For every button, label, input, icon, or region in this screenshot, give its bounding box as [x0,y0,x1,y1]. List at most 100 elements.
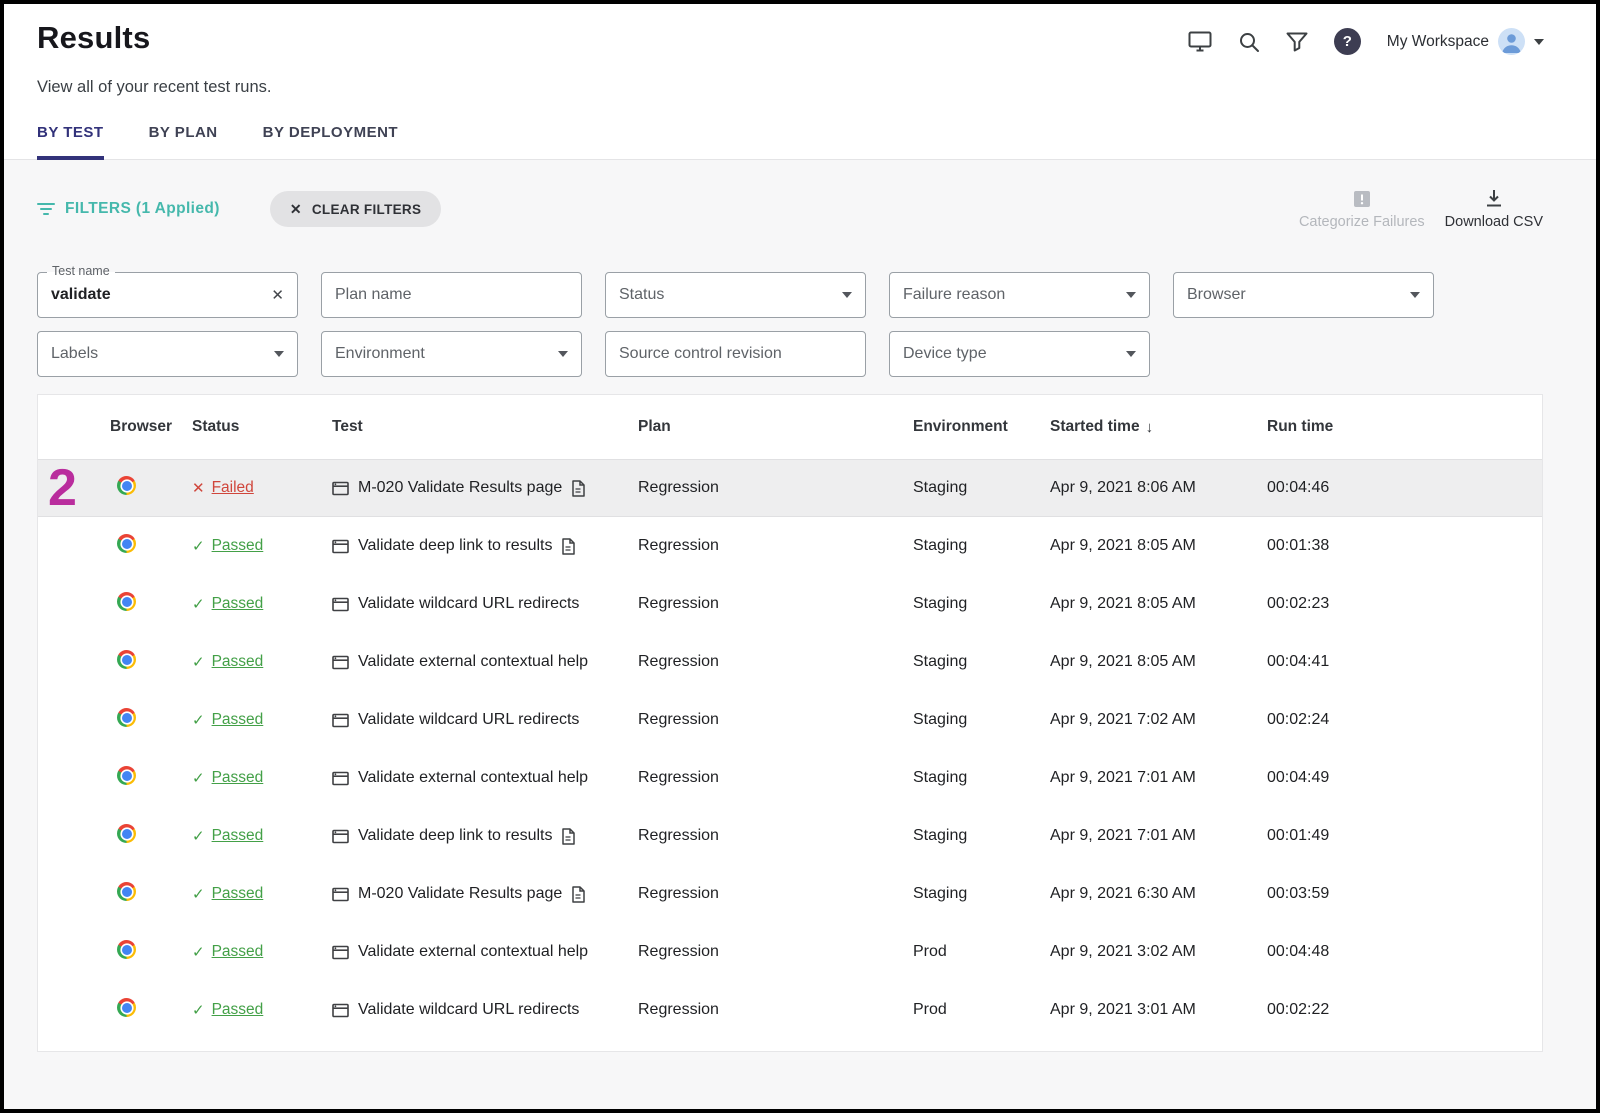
test-cell: Validate deep link to results [332,537,638,555]
table-row[interactable]: ✓ Passed Validate wildcard URL redirects… [38,691,1542,749]
tab-by-plan[interactable]: BY PLAN [149,124,218,160]
clear-test-name-icon[interactable]: ✕ [271,288,284,303]
status-link[interactable]: Passed [212,943,264,961]
results-table-header: Browser Status Test Plan Environment Sta… [38,395,1542,459]
filter-icon[interactable] [1286,32,1308,52]
table-row[interactable]: ✓ Passed Validate external contextual he… [38,923,1542,981]
browser-cell [110,650,192,674]
status-cell: ✓ Passed [192,827,332,845]
document-icon[interactable] [571,886,585,903]
started-time-cell: Apr 9, 2021 6:30 AM [1050,885,1267,903]
document-icon[interactable] [561,538,575,555]
status-icon: ✓ [192,597,205,612]
status-icon: ✓ [192,1003,205,1018]
test-cell: Validate external contextual help [332,653,638,671]
download-csv-button[interactable]: Download CSV [1445,188,1543,230]
status-cell: ✓ Passed [192,711,332,729]
results-table-body: 2 ✕ Failed M-020 Validate Results page R… [38,459,1542,1039]
plan-name-field[interactable] [321,272,582,318]
status-link[interactable]: Passed [212,1001,264,1019]
table-row[interactable]: ✓ Passed Validate external contextual he… [38,749,1542,807]
browser-cell [110,766,192,790]
results-table: Browser Status Test Plan Environment Sta… [37,394,1543,1052]
categorize-failures-button[interactable]: Categorize Failures [1299,190,1425,230]
chrome-browser-icon [117,998,136,1017]
document-icon[interactable] [571,480,585,497]
browser-window-icon [332,771,349,786]
column-header-run-time[interactable]: Run time [1267,418,1542,436]
failure-reason-dropdown[interactable]: Failure reason [889,272,1150,318]
test-name: Validate external contextual help [358,653,588,671]
filters-summary[interactable]: FILTERS (1 Applied) [37,200,220,218]
table-row[interactable]: ✓ Passed M-020 Validate Results page Reg… [38,865,1542,923]
table-row[interactable]: ✓ Passed Validate external contextual he… [38,633,1542,691]
column-header-browser: Browser [110,418,192,436]
workspace-menu[interactable]: My Workspace [1387,28,1544,55]
run-time-cell: 00:04:46 [1267,479,1542,497]
test-name-input[interactable] [51,286,271,304]
chevron-down-icon [274,351,284,357]
test-name-field[interactable]: Test name ✕ [37,272,298,318]
row-gutter [38,633,110,691]
plan-cell: Regression [638,653,913,671]
device-type-dropdown-label: Device type [903,345,1126,363]
table-row[interactable]: 2 ✕ Failed M-020 Validate Results page R… [38,459,1542,517]
top-bar: Results ? My Workspace [4,4,1596,56]
status-dropdown-label: Status [619,286,842,304]
source-control-revision-input[interactable] [619,345,852,363]
status-link[interactable]: Passed [212,653,264,671]
monitor-icon[interactable] [1188,31,1212,52]
column-header-started-time[interactable]: Started time ↓ [1050,418,1267,436]
table-row[interactable]: ✓ Passed Validate wildcard URL redirects… [38,575,1542,633]
row-gutter [38,691,110,749]
status-link[interactable]: Passed [212,595,264,613]
plan-name-input[interactable] [335,286,568,304]
run-time-cell: 00:02:22 [1267,1001,1542,1019]
device-type-dropdown[interactable]: Device type [889,331,1150,377]
status-icon: ✓ [192,945,205,960]
run-time-cell: 00:04:41 [1267,653,1542,671]
page-subtitle: View all of your recent test runs. [37,78,1596,97]
plan-cell: Regression [638,827,913,845]
status-link[interactable]: Passed [212,885,264,903]
chrome-browser-icon [117,708,136,727]
test-cell: Validate external contextual help [332,769,638,787]
filter-lines-icon [37,202,55,216]
column-header-test[interactable]: Test [332,418,638,436]
run-time-cell: 00:04:49 [1267,769,1542,787]
column-header-status[interactable]: Status [192,418,332,436]
status-link[interactable]: Passed [212,537,264,555]
tab-by-deployment[interactable]: BY DEPLOYMENT [263,124,398,160]
row-gutter [38,923,110,981]
table-row[interactable]: ✓ Passed Validate deep link to results R… [38,517,1542,575]
clear-filters-button[interactable]: ✕ CLEAR FILTERS [270,191,441,227]
search-icon[interactable] [1238,31,1260,53]
column-header-plan[interactable]: Plan [638,418,913,436]
browser-window-icon [332,1003,349,1018]
test-cell: Validate wildcard URL redirects [332,595,638,613]
status-link[interactable]: Passed [212,827,264,845]
environment-dropdown[interactable]: Environment [321,331,582,377]
source-control-revision-field[interactable] [605,331,866,377]
table-row[interactable]: ✓ Passed Validate deep link to results R… [38,807,1542,865]
categorize-failures-label: Categorize Failures [1299,214,1425,230]
help-icon[interactable]: ? [1334,28,1361,55]
test-name: M-020 Validate Results page [358,479,562,497]
labels-dropdown[interactable]: Labels [37,331,298,377]
tab-by-test[interactable]: BY TEST [37,124,104,160]
filter-row-2: Labels Environment Device type [37,331,1543,377]
column-header-environment[interactable]: Environment [913,418,1050,436]
run-time-cell: 00:02:24 [1267,711,1542,729]
row-gutter [38,807,110,865]
status-icon: ✕ [192,481,205,496]
environment-cell: Staging [913,653,1050,671]
table-row[interactable]: ✓ Passed Validate wildcard URL redirects… [38,981,1542,1039]
categorize-failures-icon [1353,190,1371,208]
browser-cell [110,882,192,906]
status-link[interactable]: Passed [212,711,264,729]
status-link[interactable]: Passed [212,769,264,787]
browser-dropdown[interactable]: Browser [1173,272,1434,318]
document-icon[interactable] [561,828,575,845]
status-link[interactable]: Failed [212,479,254,497]
status-dropdown[interactable]: Status [605,272,866,318]
